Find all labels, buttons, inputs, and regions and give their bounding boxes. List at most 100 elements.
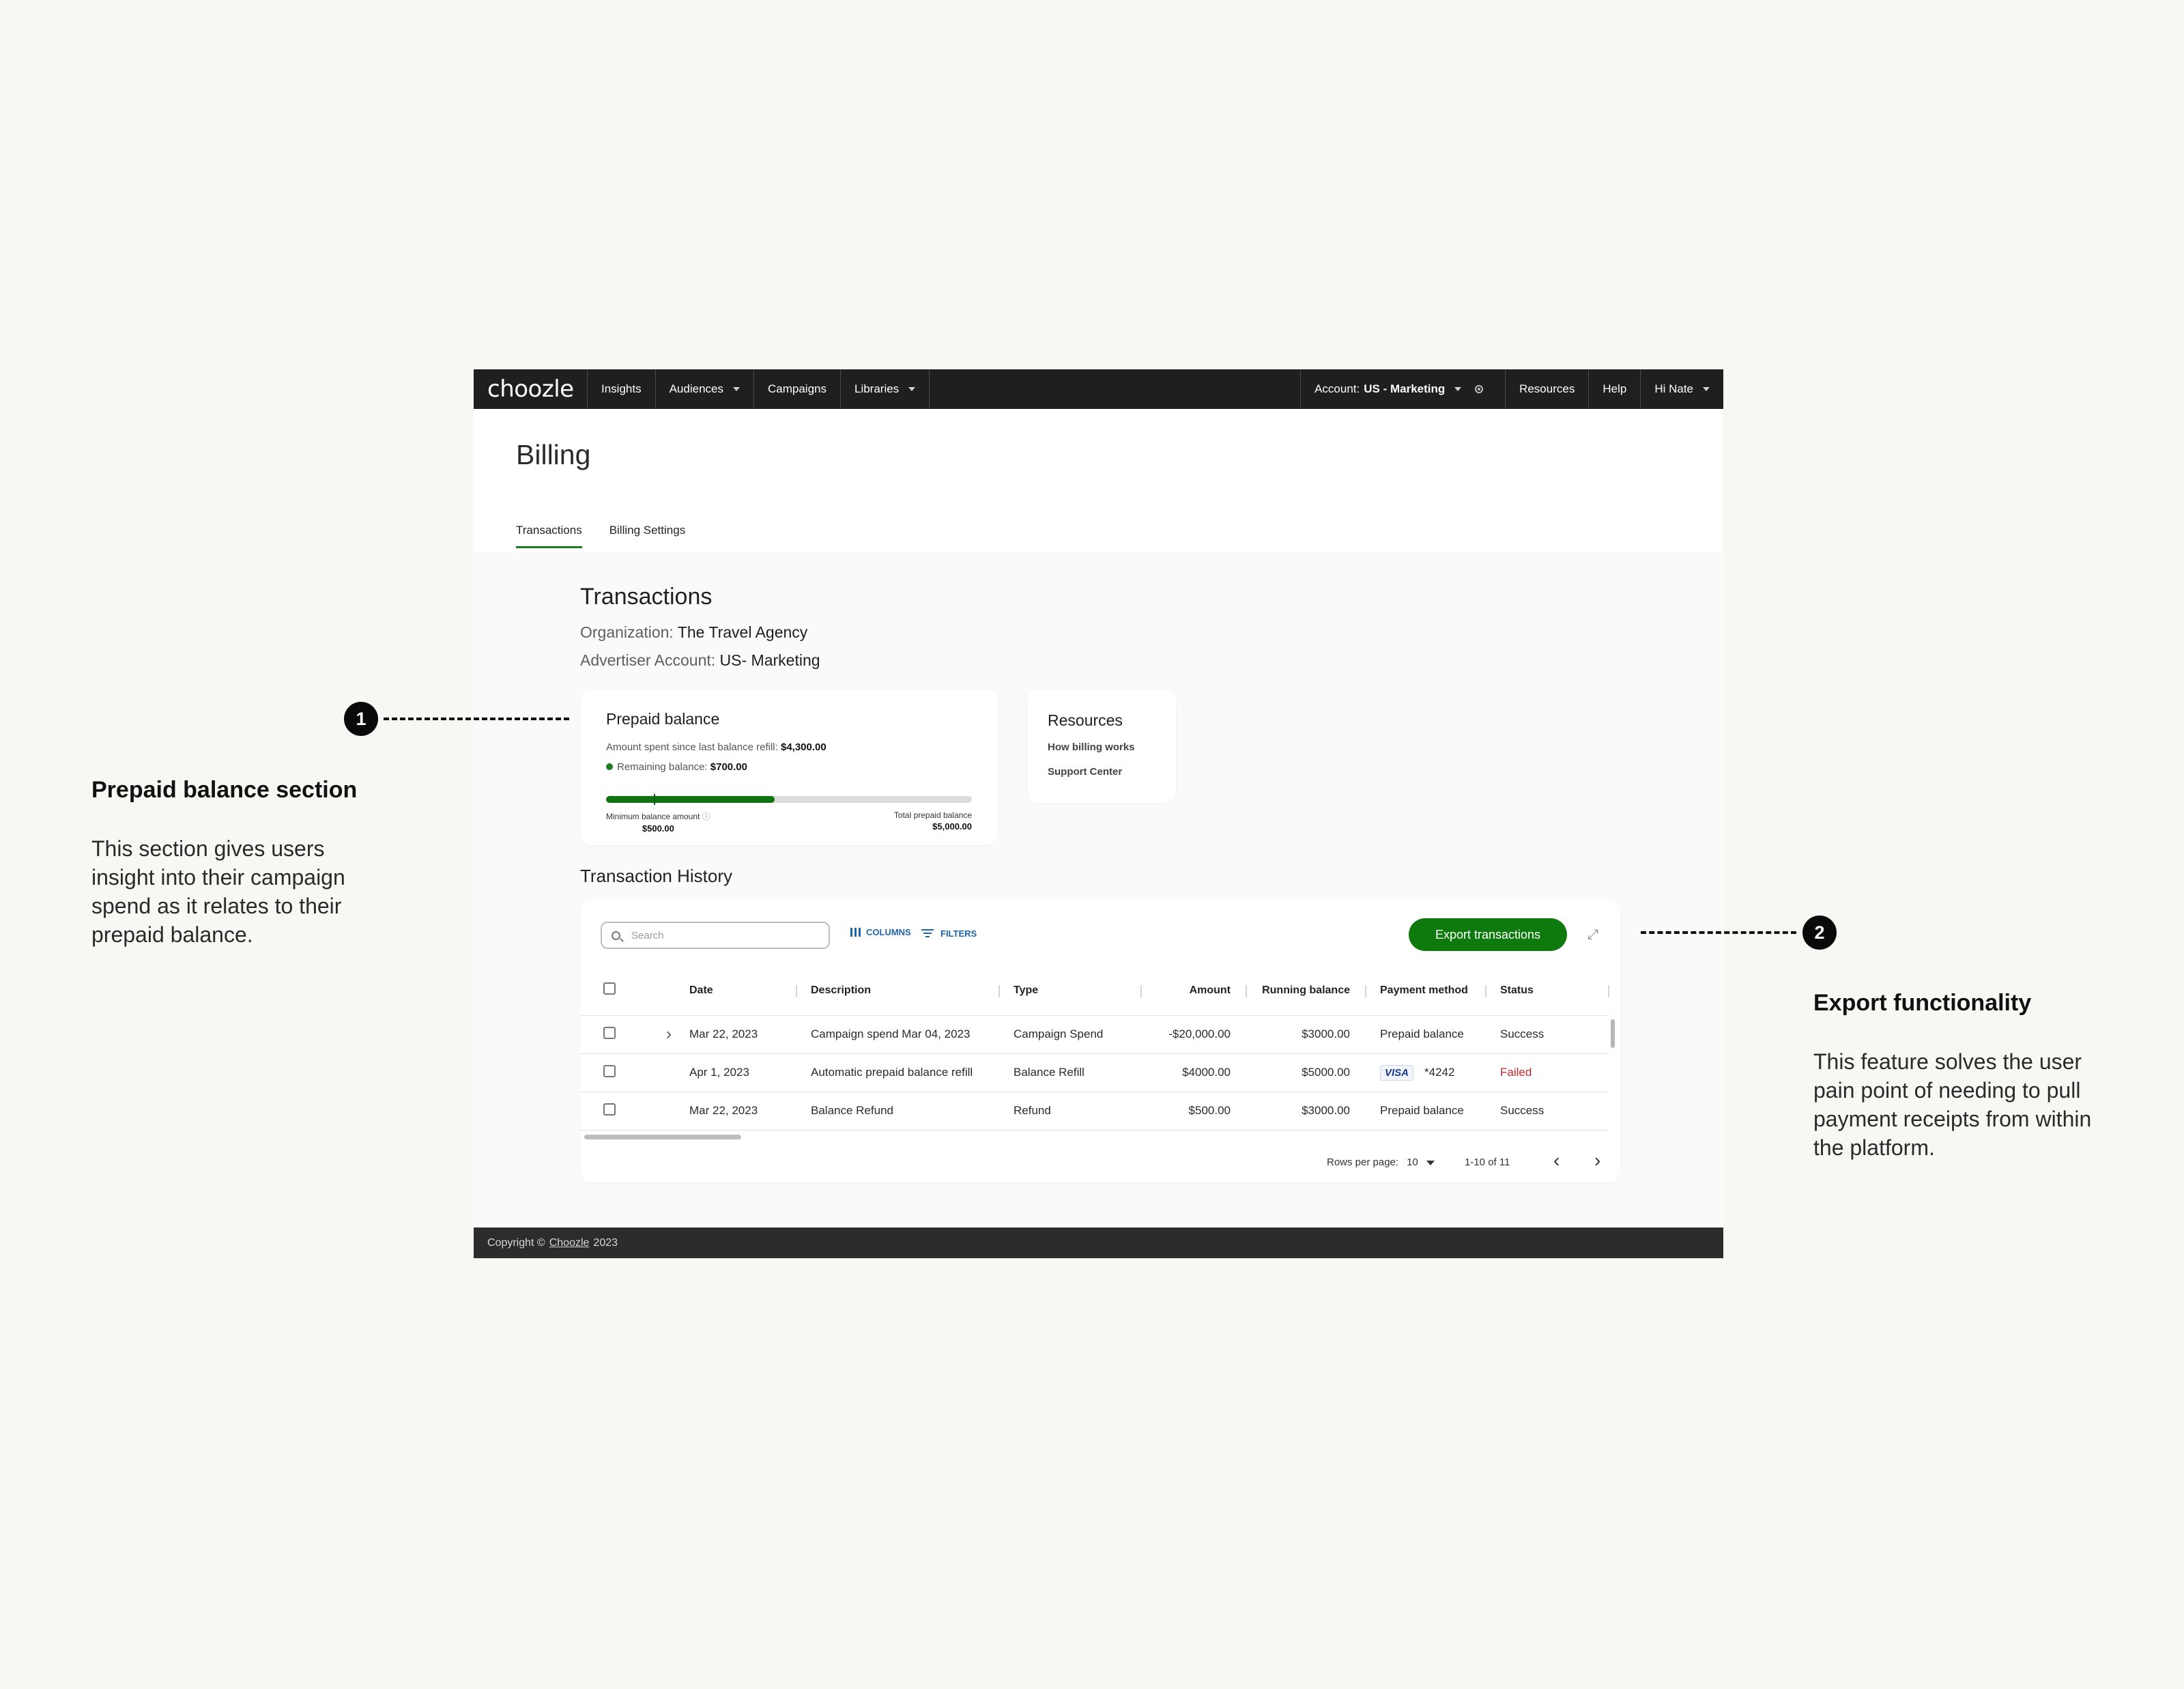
- chevron-down-icon: [908, 387, 916, 391]
- nav-item-campaigns[interactable]: Campaigns: [753, 369, 840, 409]
- rows-per-page: Rows per page: 10: [1327, 1156, 1435, 1168]
- cell-status: Success: [1486, 1015, 1609, 1054]
- billing-app-window: choozle Insights Audiences Campaigns Lib…: [474, 369, 1723, 1258]
- minimum-balance-marker: [653, 794, 655, 805]
- table-header-row: Date Description Type Amount Running bal…: [580, 966, 1609, 1016]
- annotation-connector-1: [384, 718, 569, 720]
- visa-card-icon: VISA: [1380, 1064, 1414, 1081]
- filters-button[interactable]: FILTERS: [921, 927, 977, 939]
- transaction-history-title: Transaction History: [580, 866, 732, 886]
- header-type[interactable]: Type: [1000, 966, 1142, 1016]
- select-all-checkbox[interactable]: [603, 982, 616, 995]
- cell-payment-method: VISA *4242: [1366, 1053, 1486, 1092]
- resources-card: Resources How billing works Support Cent…: [1027, 690, 1176, 803]
- chevron-down-icon: [732, 387, 740, 391]
- cell-amount: -$20,000.00: [1142, 1015, 1247, 1054]
- header-running-balance[interactable]: Running balance: [1247, 966, 1366, 1016]
- cell-date: Apr 1, 2023: [689, 1053, 797, 1092]
- cell-type: Balance Refill: [1000, 1053, 1142, 1092]
- header-date[interactable]: Date: [689, 966, 797, 1016]
- chevron-right-icon[interactable]: ›: [666, 1025, 672, 1043]
- chevron-down-icon: [1426, 1161, 1435, 1165]
- vertical-scrollbar[interactable]: [1611, 1019, 1615, 1048]
- columns-icon: [850, 928, 861, 937]
- horizontal-scrollbar[interactable]: [584, 1135, 741, 1139]
- choozle-link[interactable]: Choozle: [549, 1237, 590, 1249]
- table-row[interactable]: › Mar 22, 2023 Campaign spend Mar 04, 20…: [580, 1015, 1609, 1054]
- amount-spent: Amount spent since last balance refill: …: [606, 741, 827, 753]
- row-checkbox[interactable]: [603, 1026, 616, 1039]
- top-nav: choozle Insights Audiences Campaigns Lib…: [474, 369, 1723, 409]
- cell-description: Campaign spend Mar 04, 2023: [797, 1015, 1000, 1054]
- row-checkbox[interactable]: [603, 1103, 616, 1116]
- minimum-balance: Minimum balance amount ⓘ $500.00: [606, 812, 710, 834]
- link-support-center[interactable]: Support Center: [1048, 766, 1122, 778]
- cell-date: Mar 22, 2023: [689, 1092, 797, 1131]
- cell-status: Success: [1486, 1092, 1609, 1131]
- gear-icon[interactable]: [1475, 385, 1484, 393]
- previous-page-button[interactable]: ‹: [1553, 1151, 1560, 1170]
- tab-transactions[interactable]: Transactions: [516, 524, 582, 548]
- tab-billing-settings[interactable]: Billing Settings: [609, 524, 686, 548]
- cell-payment-method: Prepaid balance: [1366, 1092, 1486, 1131]
- cell-type: Campaign Spend: [1000, 1015, 1142, 1054]
- prepaid-title: Prepaid balance: [606, 710, 720, 728]
- cell-payment-method: Prepaid balance: [1366, 1015, 1486, 1054]
- search-input[interactable]: Search: [601, 922, 830, 949]
- account-selector[interactable]: Account: US - Marketing: [1300, 369, 1505, 409]
- balance-progress-bar: [606, 794, 972, 805]
- nav-item-audiences[interactable]: Audiences: [655, 369, 753, 409]
- header-description[interactable]: Description: [797, 966, 1000, 1016]
- prepaid-balance-card: Prepaid balance Amount spent since last …: [580, 690, 998, 845]
- annotation-badge-2: 2: [1802, 916, 1837, 950]
- cell-date: Mar 22, 2023: [689, 1015, 797, 1054]
- page-title: Billing: [516, 439, 591, 470]
- cell-running-balance: $3000.00: [1247, 1092, 1366, 1131]
- export-transactions-button[interactable]: Export transactions: [1409, 918, 1567, 951]
- chevron-down-icon: [1454, 387, 1462, 391]
- resources-title: Resources: [1048, 711, 1123, 729]
- annotation-title-1: Prepaid balance section: [91, 777, 358, 803]
- header-status[interactable]: Status: [1486, 966, 1609, 1016]
- transaction-history-card: Search COLUMNS FILTERS Export transactio…: [580, 900, 1620, 1182]
- chevron-down-icon: [1703, 387, 1710, 391]
- cell-type: Refund: [1000, 1092, 1142, 1131]
- row-checkbox[interactable]: [603, 1064, 616, 1077]
- page-header: Billing Transactions Billing Settings: [474, 409, 1723, 552]
- annotation-body-1: This section gives users insight into th…: [91, 836, 345, 947]
- cell-amount: $500.00: [1142, 1092, 1247, 1131]
- header-payment-method[interactable]: Payment method: [1366, 966, 1486, 1016]
- transactions-table: Date Description Type Amount Running bal…: [580, 966, 1609, 1131]
- nav-item-resources[interactable]: Resources: [1505, 369, 1588, 409]
- filter-icon: [921, 927, 934, 939]
- nav-item-help[interactable]: Help: [1588, 369, 1640, 409]
- user-menu[interactable]: Hi Nate: [1640, 369, 1723, 409]
- page-range: 1-10 of 11: [1465, 1156, 1510, 1168]
- annotation-body-2: This feature solves the user pain point …: [1813, 1049, 2092, 1160]
- annotation-badge-1: 1: [344, 702, 378, 736]
- cell-running-balance: $3000.00: [1247, 1015, 1366, 1054]
- expand-icon[interactable]: ⤢: [1587, 927, 1603, 942]
- columns-button[interactable]: COLUMNS: [850, 927, 911, 937]
- table-row[interactable]: Apr 1, 2023 Automatic prepaid balance re…: [580, 1053, 1609, 1092]
- balance-progress-fill: [606, 796, 775, 803]
- cell-description: Balance Refund: [797, 1092, 1000, 1131]
- nav-item-insights[interactable]: Insights: [587, 369, 655, 409]
- cell-amount: $4000.00: [1142, 1053, 1247, 1092]
- cell-status-failed: Failed: [1486, 1053, 1609, 1092]
- organization-line: Organization: The Travel Agency: [580, 623, 808, 641]
- billing-tabs: Transactions Billing Settings: [516, 524, 685, 548]
- cell-description: Automatic prepaid balance refill: [797, 1053, 1000, 1092]
- header-amount[interactable]: Amount: [1142, 966, 1247, 1016]
- transactions-title: Transactions: [580, 584, 713, 610]
- remaining-balance: Remaining balance: $700.00: [606, 761, 747, 773]
- choozle-logo[interactable]: choozle: [474, 375, 587, 403]
- nav-spacer: [929, 369, 1300, 409]
- nav-item-libraries[interactable]: Libraries: [839, 369, 929, 409]
- table-row[interactable]: Mar 22, 2023 Balance Refund Refund $500.…: [580, 1092, 1609, 1131]
- status-dot-icon: [606, 763, 613, 770]
- link-how-billing-works[interactable]: How billing works: [1048, 741, 1135, 753]
- rows-per-page-select[interactable]: 10: [1407, 1156, 1435, 1168]
- next-page-button[interactable]: ›: [1594, 1151, 1600, 1170]
- info-icon[interactable]: ⓘ: [702, 812, 710, 821]
